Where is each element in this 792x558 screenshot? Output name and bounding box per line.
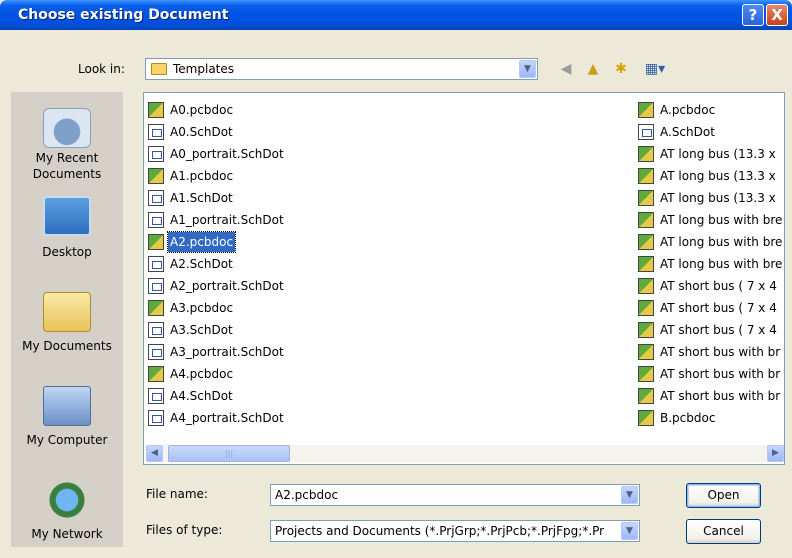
schdot-file-icon [148, 190, 164, 206]
pcbdoc-file-icon [638, 322, 654, 338]
pcbdoc-file-icon [638, 168, 654, 184]
schdot-file-icon [148, 322, 164, 338]
new-folder-icon[interactable]: ✱ [612, 60, 630, 78]
place-label: Desktop [42, 245, 92, 259]
schdot-file-icon [148, 278, 164, 294]
chevron-down-icon[interactable]: ▼ [621, 486, 638, 504]
file-type-label: Files of type: [146, 523, 223, 537]
pcbdoc-file-icon [638, 278, 654, 294]
desktop-icon [43, 196, 91, 236]
scroll-left-button[interactable]: ◀ [146, 445, 163, 462]
pcbdoc-file-icon [638, 300, 654, 316]
my-documents-icon [43, 292, 91, 332]
place-my-computer[interactable]: My Computer [11, 382, 123, 452]
pcbdoc-file-icon [638, 190, 654, 206]
open-button[interactable]: Open [686, 483, 761, 508]
my-network-icon [43, 480, 91, 520]
place-my-documents[interactable]: My Documents [11, 288, 123, 358]
place-label: My Computer [26, 433, 108, 447]
my-computer-icon [43, 386, 91, 426]
pcbdoc-file-icon [638, 256, 654, 272]
file-name-label: File name: [146, 487, 208, 501]
up-folder-icon[interactable]: ▲ [584, 60, 602, 78]
view-menu-icon[interactable]: ▦▾ [642, 60, 668, 78]
horizontal-scrollbar[interactable]: ◀ ||| ▶ [146, 445, 784, 462]
pcbdoc-file-icon [638, 366, 654, 382]
place-desktop[interactable]: Desktop [11, 192, 123, 262]
scroll-thumb[interactable]: ||| [168, 445, 290, 462]
chevron-down-icon[interactable]: ▼ [621, 522, 638, 540]
close-button[interactable]: X [766, 4, 788, 26]
pcbdoc-file-icon [638, 410, 654, 426]
pcbdoc-file-icon [148, 102, 164, 118]
file-name-input[interactable]: A2.pcbdoc ▼ [270, 484, 640, 506]
schdot-file-icon [148, 212, 164, 228]
pcbdoc-file-icon [148, 300, 164, 316]
place-label: My Recent Documents [32, 151, 102, 181]
file-list[interactable]: A0.pcbdoc A0.SchDot A0_portrait.SchDot A… [143, 92, 785, 465]
schdot-file-icon [148, 146, 164, 162]
pcbdoc-file-icon [638, 102, 654, 118]
schdot-file-icon [148, 388, 164, 404]
scroll-right-button[interactable]: ▶ [767, 445, 784, 462]
look-in-label: Look in: [78, 62, 125, 76]
pcbdoc-file-icon [148, 234, 164, 250]
window-title: Choose existing Document [18, 7, 229, 23]
look-in-combo[interactable]: Templates ▼ [145, 58, 538, 80]
cancel-button[interactable]: Cancel [686, 519, 761, 544]
schdot-file-icon [638, 124, 654, 140]
places-bar: My Recent Documents Desktop My Documents… [11, 92, 123, 547]
back-icon[interactable]: ◀ [557, 60, 575, 78]
pcbdoc-file-icon [638, 388, 654, 404]
place-label: My Documents [22, 339, 112, 353]
pcbdoc-file-icon [638, 234, 654, 250]
chevron-down-icon[interactable]: ▼ [519, 60, 536, 78]
file-type-select[interactable]: Projects and Documents (*.PrjGrp;*.PrjPc… [270, 520, 640, 542]
look-in-value: Templates [173, 62, 235, 76]
pcbdoc-file-icon [638, 344, 654, 360]
title-bar[interactable]: Choose existing Document ? X [0, 0, 792, 30]
place-recent-documents[interactable]: My Recent Documents [11, 104, 123, 186]
schdot-file-icon [148, 256, 164, 272]
folder-icon [151, 63, 167, 75]
schdot-file-icon [148, 410, 164, 426]
schdot-file-icon [148, 124, 164, 140]
place-my-network[interactable]: My Network [11, 476, 123, 546]
recent-documents-icon [43, 108, 91, 148]
schdot-file-icon [148, 344, 164, 360]
help-button[interactable]: ? [742, 4, 764, 26]
pcbdoc-file-icon [638, 146, 654, 162]
pcbdoc-file-icon [148, 168, 164, 184]
pcbdoc-file-icon [148, 366, 164, 382]
place-label: My Network [31, 527, 103, 541]
pcbdoc-file-icon [638, 212, 654, 228]
